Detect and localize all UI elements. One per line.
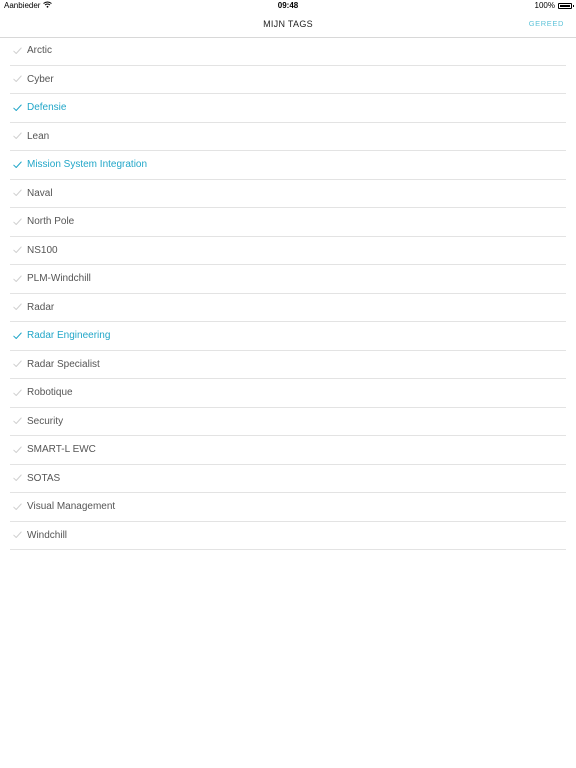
tag-label: Defensie	[27, 102, 67, 114]
tag-label: Arctic	[27, 45, 52, 57]
tag-row[interactable]: Security	[10, 408, 566, 436]
checkmark-icon	[13, 473, 23, 483]
tag-label: Mission System Integration	[27, 159, 148, 171]
tag-label: NS100	[27, 244, 58, 256]
tag-row[interactable]: Mission System Integration	[10, 151, 566, 180]
tag-label: Security	[27, 415, 64, 427]
tag-row[interactable]: Arctic	[10, 37, 566, 66]
clock: 09:48	[277, 1, 299, 10]
checkmark-icon	[13, 388, 23, 398]
battery-icon	[558, 2, 574, 9]
tag-label: SMART-L EWC	[27, 444, 96, 456]
tag-label: Radar Specialist	[27, 358, 100, 370]
tag-row[interactable]: Robotique	[10, 379, 566, 408]
checkmark-icon	[13, 302, 23, 312]
page-title: MIJN TAGS	[263, 19, 313, 29]
checkmark-icon	[13, 74, 23, 84]
checkmark-icon	[13, 131, 23, 141]
tag-label: PLM-Windchill	[27, 273, 91, 285]
tag-label: North Pole	[27, 216, 75, 228]
done-button[interactable]: GEREED	[529, 19, 564, 28]
checkmark-icon	[13, 274, 23, 284]
tag-label: Radar	[27, 301, 55, 313]
tag-label: Visual Management	[27, 501, 116, 513]
tag-label: Lean	[27, 130, 50, 142]
tag-row[interactable]: PLM-Windchill	[10, 265, 566, 294]
tag-label: Windchill	[27, 529, 68, 541]
tag-row[interactable]: Naval	[10, 180, 566, 208]
tag-label: Cyber	[27, 73, 54, 85]
navigation-bar: MIJN TAGS GEREED	[0, 12, 576, 38]
checkmark-icon	[13, 331, 23, 341]
checkmark-icon	[13, 445, 23, 455]
tag-row[interactable]: Visual Management	[10, 493, 566, 522]
tag-row[interactable]: SOTAS	[10, 465, 566, 493]
checkmark-icon	[13, 359, 23, 369]
checkmark-icon	[13, 416, 23, 426]
checkmark-icon	[13, 160, 23, 170]
checkmark-icon	[13, 502, 23, 512]
checkmark-icon	[13, 103, 23, 113]
tag-label: SOTAS	[27, 472, 61, 484]
checkmark-icon	[13, 530, 23, 540]
tag-label: Radar Engineering	[27, 330, 111, 342]
tag-row[interactable]: North Pole	[10, 208, 566, 237]
tag-row[interactable]: Radar	[10, 294, 566, 322]
checkmark-icon	[13, 217, 23, 227]
checkmark-icon	[13, 46, 23, 56]
tag-row[interactable]: Radar Engineering	[10, 322, 566, 351]
tag-row[interactable]: Radar Specialist	[10, 351, 566, 379]
battery-percentage: 100%	[534, 1, 555, 10]
tag-row[interactable]: NS100	[10, 237, 566, 265]
status-bar: Aanbieder 09:48 100%	[0, 0, 576, 12]
tag-row[interactable]: Lean	[10, 123, 566, 151]
battery-status: 100%	[534, 1, 574, 10]
checkmark-icon	[13, 245, 23, 255]
tag-label: Robotique	[27, 387, 73, 399]
tag-row[interactable]: SMART-L EWC	[10, 436, 566, 465]
tag-row[interactable]: Cyber	[10, 66, 566, 94]
tag-label: Naval	[27, 187, 53, 199]
tag-row[interactable]: Windchill	[10, 522, 566, 550]
tag-list: Arctic Cyber Defensie Lean Mission System In…	[10, 37, 566, 550]
checkmark-icon	[13, 188, 23, 198]
tag-row[interactable]: Defensie	[10, 94, 566, 123]
